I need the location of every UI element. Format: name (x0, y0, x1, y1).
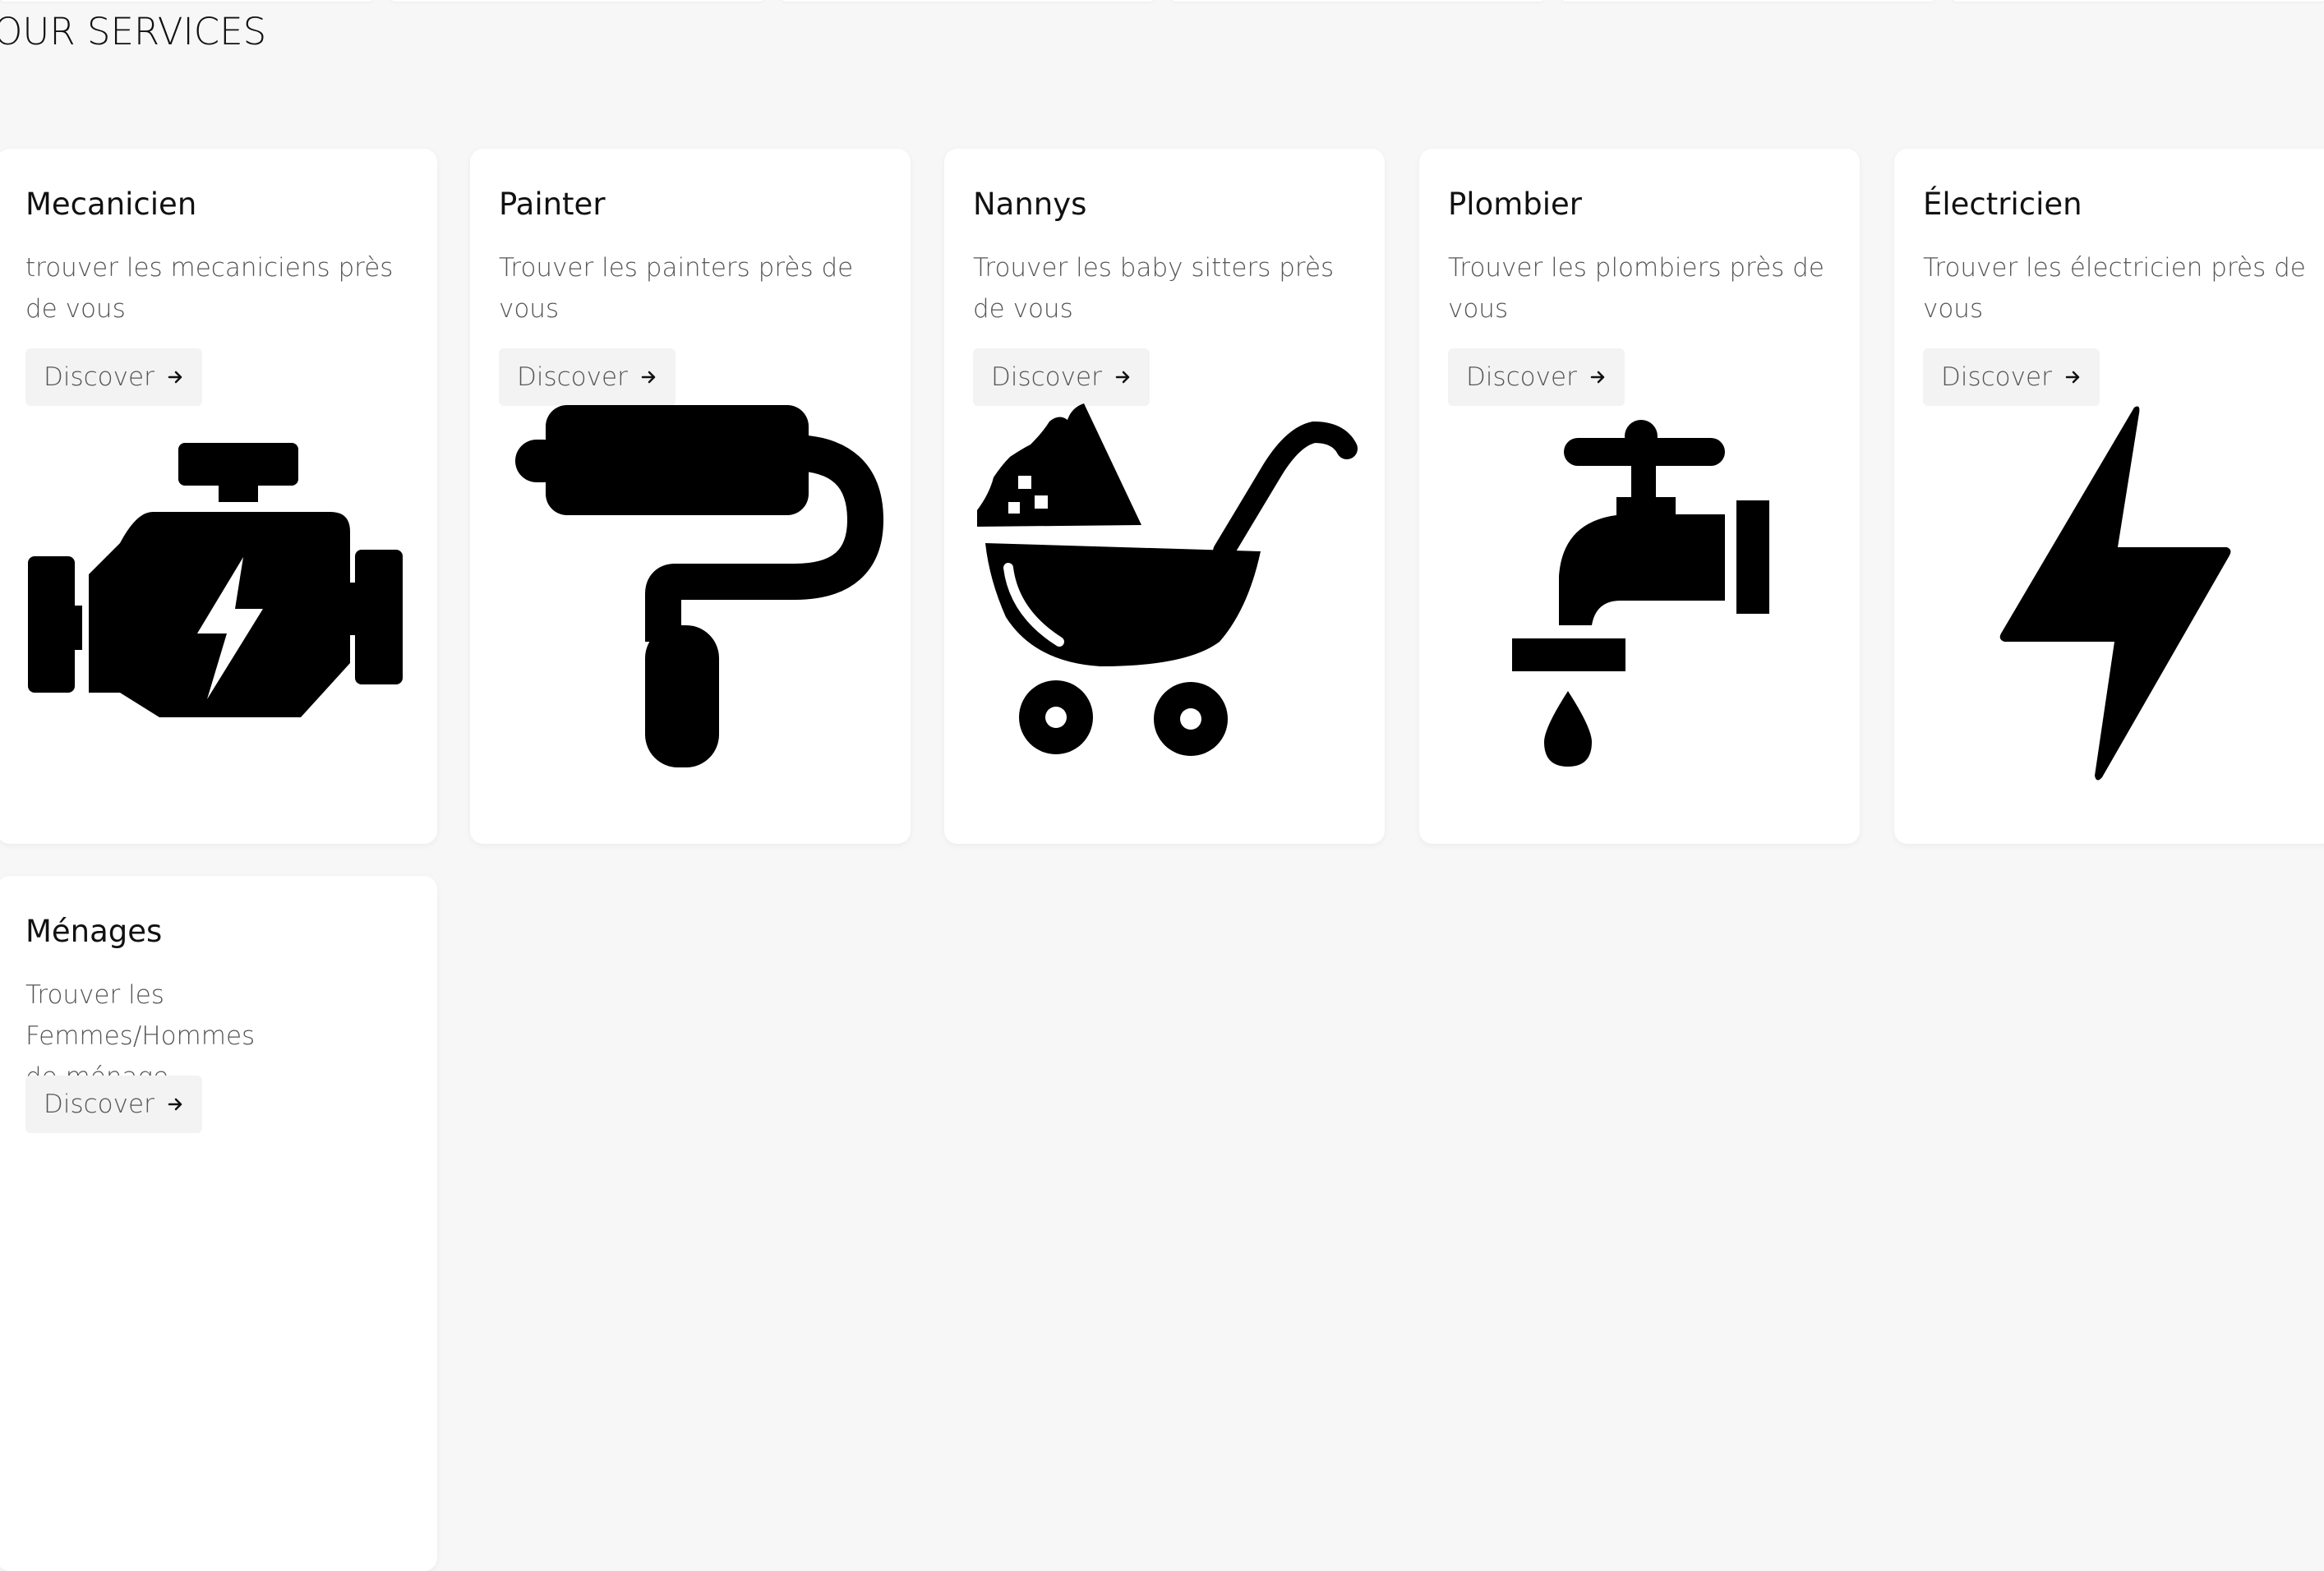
engine-icon (28, 443, 403, 717)
lightning-bolt-icon (1999, 406, 2231, 781)
service-card-nannys[interactable]: Nannys Trouver les baby sitters près de … (944, 149, 1385, 844)
faucet-icon (1512, 420, 1769, 767)
card-top-edge (1171, 0, 1545, 2)
section-title: OUR SERVICES (0, 10, 267, 53)
service-card-menages[interactable]: Ménages Trouver les Femmes/Hommes de mén… (0, 876, 437, 1571)
card-top-edge (390, 0, 764, 2)
service-card-plombier[interactable]: Plombier Trouver les plombiers près de v… (1419, 149, 1860, 844)
card-top-edge (781, 0, 1155, 2)
arrow-right-icon (168, 1096, 184, 1113)
card-top-edge (1952, 0, 2324, 2)
service-card-electricien[interactable]: Électricien Trouver les électricien près… (1894, 149, 2324, 844)
card-top-edge (1561, 0, 1935, 2)
discover-button[interactable]: Discover (25, 1076, 202, 1133)
service-card-mecanicien[interactable]: Mecanicien trouver les mecaniciens près … (0, 149, 437, 844)
paint-roller-icon (515, 405, 884, 767)
card-top-edge (0, 0, 374, 2)
service-card-painter[interactable]: Painter Trouver les painters près de vou… (470, 149, 911, 844)
baby-carriage-icon (977, 403, 1358, 756)
discover-label: Discover (44, 1090, 154, 1119)
card-title: Ménages (25, 914, 163, 949)
